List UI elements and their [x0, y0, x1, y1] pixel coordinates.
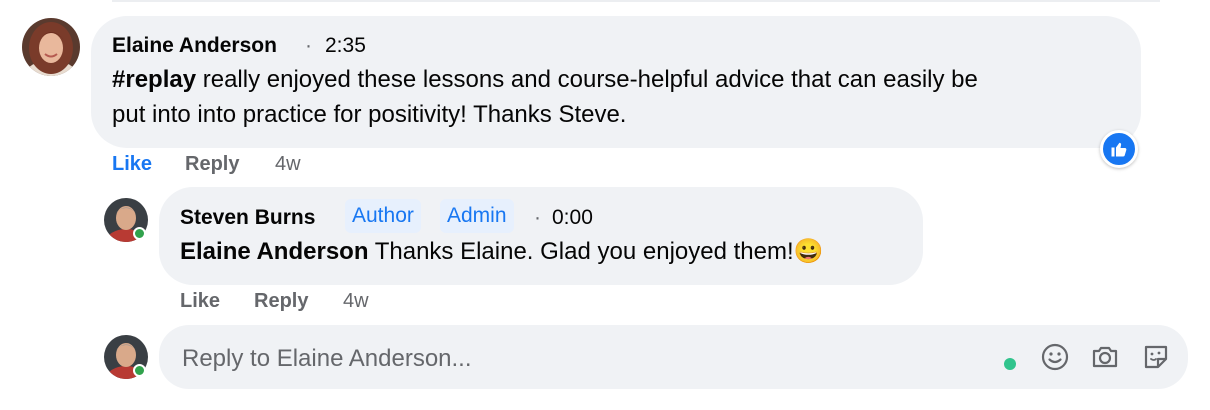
reply-input[interactable] [180, 342, 984, 376]
comment-time[interactable]: 2:35 [325, 34, 366, 58]
status-dot [1004, 358, 1016, 370]
comment-author[interactable]: Elaine Anderson [112, 34, 277, 58]
like-reaction-badge[interactable] [1100, 130, 1138, 168]
emoji-icon[interactable] [1040, 342, 1070, 372]
comment-age[interactable]: 4w [275, 153, 301, 176]
hashtag-link[interactable]: #replay [112, 66, 196, 93]
reply-text: Elaine Anderson Thanks Elaine. Glad you … [180, 234, 824, 269]
reply-time[interactable]: 0:00 [552, 206, 593, 230]
mention-link[interactable]: Elaine Anderson [180, 238, 368, 265]
sticker-icon[interactable] [1141, 342, 1171, 372]
divider [112, 0, 1160, 2]
camera-icon[interactable] [1090, 342, 1120, 372]
comment-text: #replay really enjoyed these lessons and… [112, 62, 1132, 132]
comment-text-line1: really enjoyed these lessons and course-… [196, 66, 978, 93]
reply-reply-button[interactable]: Reply [254, 290, 308, 313]
online-status-indicator [133, 227, 146, 240]
avatar-elaine[interactable] [22, 18, 80, 76]
author-badge: Author [345, 199, 421, 233]
comment-text-line2: put into into practice for positivity! T… [112, 101, 627, 128]
reply-composer[interactable] [159, 325, 1188, 389]
comment-reply-button[interactable]: Reply [185, 153, 239, 176]
reply-like-button[interactable]: Like [180, 290, 220, 313]
comment-like-button[interactable]: Like [112, 153, 152, 176]
admin-badge: Admin [440, 199, 514, 233]
reply-text-body: Thanks Elaine. Glad you enjoyed them! [368, 238, 794, 265]
reply-age[interactable]: 4w [343, 290, 369, 313]
reply-author[interactable]: Steven Burns [180, 206, 315, 230]
online-status-indicator [133, 364, 146, 377]
separator-dot: · [305, 34, 312, 57]
reply-bubble: Steven Burns Author Admin · 0:00 Elaine … [159, 187, 923, 285]
comment-bubble: Elaine Anderson · 2:35 #replay really en… [91, 16, 1141, 148]
separator-dot: · [534, 206, 541, 229]
grinning-emoji-icon: 😀 [793, 238, 824, 265]
thumbs-up-icon [1111, 142, 1127, 157]
